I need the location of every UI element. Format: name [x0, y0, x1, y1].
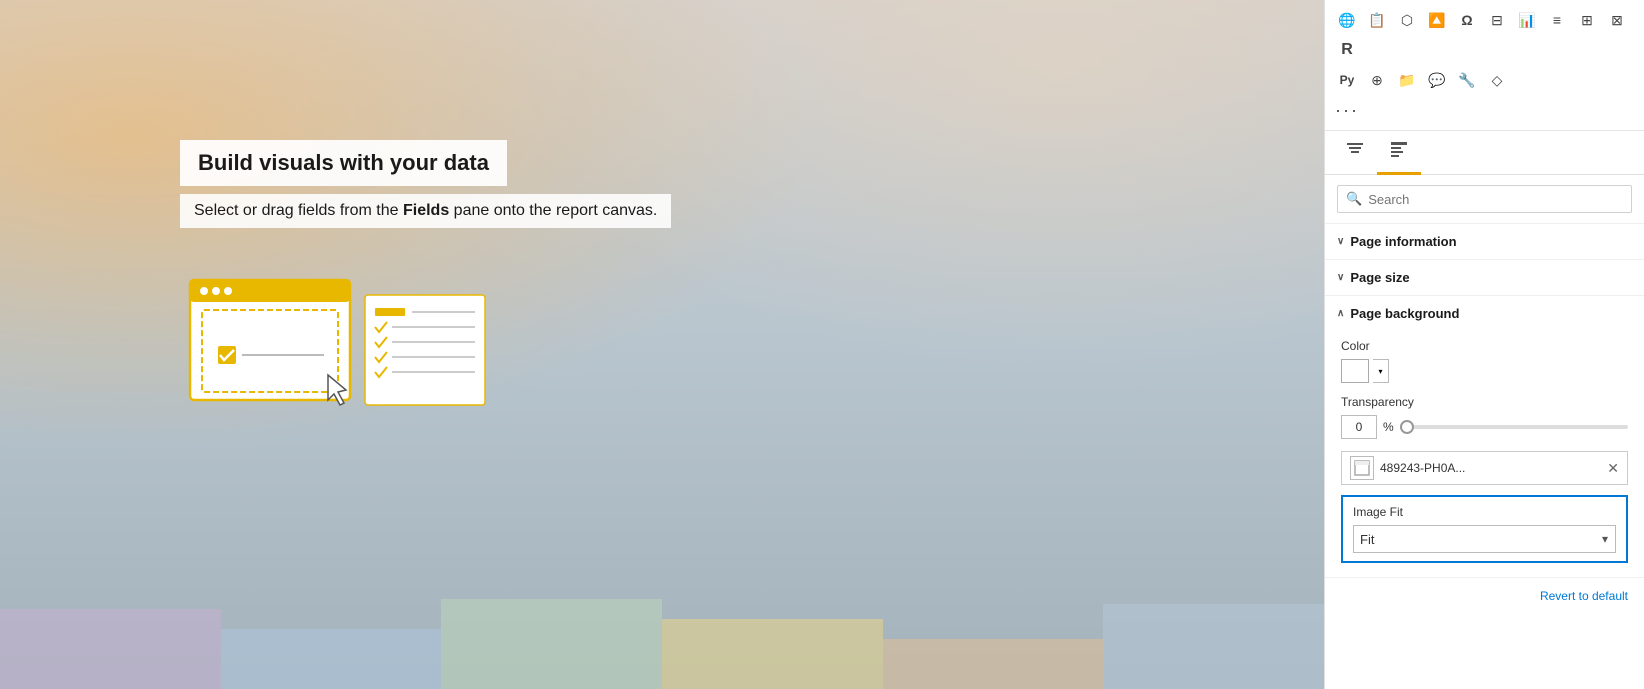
image-fit-select-wrapper: Fit Fill Normal Tile — [1353, 525, 1616, 553]
icon-grid2[interactable]: ⊠ — [1603, 6, 1631, 34]
slider-thumb[interactable] — [1400, 420, 1414, 434]
page-background-chevron: ∧ — [1337, 308, 1344, 319]
icon-add[interactable]: ⊕ — [1363, 66, 1391, 94]
subtext-box: Select or drag fields from the Fields pa… — [180, 194, 671, 228]
image-fit-label: Image Fit — [1353, 505, 1616, 519]
icon-folder[interactable]: 📁 — [1393, 66, 1421, 94]
page-information-section: ∨ Page information — [1325, 224, 1644, 260]
slider-track[interactable] — [1400, 425, 1628, 429]
page-background-section: ∧ Page background Color ▾ Transparency % — [1325, 296, 1644, 578]
icon-matrix[interactable]: ⊟ — [1483, 6, 1511, 34]
toolbar-icons-area: 🌐 📋 ⬡ 🔼 Ω ⊟ 📊 ≡ ⊞ ⊠ R Py ⊕ 📁 💬 🔧 ◇ ··· — [1325, 0, 1644, 131]
transparency-row: Transparency % — [1341, 395, 1628, 439]
canvas-content: Build visuals with your data Select or d… — [180, 140, 671, 228]
headline-box: Build visuals with your data — [180, 140, 507, 186]
search-container: 🔍 — [1325, 175, 1644, 224]
main-canvas: Build visuals with your data Select or d… — [0, 0, 1324, 689]
icon-chart[interactable]: 📊 — [1513, 6, 1541, 34]
tab-filters[interactable] — [1333, 131, 1377, 175]
color-swatch[interactable] — [1341, 359, 1369, 383]
page-information-chevron: ∨ — [1337, 236, 1344, 247]
icon-row-3: ··· — [1333, 96, 1636, 124]
icon-globe[interactable]: 🌐 — [1333, 6, 1361, 34]
search-input[interactable] — [1368, 192, 1623, 207]
image-fit-section: Image Fit Fit Fill Normal Tile — [1341, 495, 1628, 563]
icon-speech[interactable]: 💬 — [1423, 66, 1451, 94]
icon-r[interactable]: R — [1333, 36, 1361, 64]
transparency-label: Transparency — [1341, 395, 1628, 409]
page-size-chevron: ∨ — [1337, 272, 1344, 283]
color-dropdown-btn[interactable]: ▾ — [1373, 359, 1389, 383]
page-information-label: Page information — [1350, 234, 1456, 249]
icon-diamond[interactable]: ◇ — [1483, 66, 1511, 94]
page-background-header[interactable]: ∧ Page background — [1325, 296, 1644, 331]
color-label: Color — [1341, 339, 1628, 353]
headline-text: Build visuals with your data — [198, 150, 489, 175]
page-size-label: Page size — [1350, 270, 1409, 285]
image-remove-btn[interactable]: ✕ — [1607, 460, 1619, 477]
right-panel: 🌐 📋 ⬡ 🔼 Ω ⊟ 📊 ≡ ⊞ ⊠ R Py ⊕ 📁 💬 🔧 ◇ ··· — [1324, 0, 1644, 689]
image-filename: 489243-PH0A... — [1380, 461, 1601, 475]
icon-row-1: 🌐 📋 ⬡ 🔼 Ω ⊟ 📊 ≡ ⊞ ⊠ R — [1333, 6, 1636, 64]
image-file-row: 489243-PH0A... ✕ — [1341, 451, 1628, 485]
page-size-section: ∨ Page size — [1325, 260, 1644, 296]
page-information-header[interactable]: ∨ Page information — [1325, 224, 1644, 259]
percent-label: % — [1383, 420, 1394, 434]
icon-grid[interactable]: ⊞ — [1573, 6, 1601, 34]
transparency-controls: % — [1341, 415, 1628, 439]
icon-row-2: Py ⊕ 📁 💬 🔧 ◇ — [1333, 66, 1636, 94]
page-size-header[interactable]: ∨ Page size — [1325, 260, 1644, 295]
subtext-prefix: Select or drag fields from the — [194, 202, 403, 219]
icon-table[interactable]: 📋 — [1363, 6, 1391, 34]
subtext-suffix: pane onto the report canvas. — [449, 202, 657, 219]
icon-more[interactable]: ··· — [1333, 96, 1361, 124]
icon-map[interactable]: 🔼 — [1423, 6, 1451, 34]
subtext: Select or drag fields from the Fields pa… — [194, 202, 657, 219]
transparency-input[interactable] — [1341, 415, 1377, 439]
tab-format[interactable] — [1377, 131, 1421, 175]
search-input-wrap: 🔍 — [1337, 185, 1632, 213]
icon-omega[interactable]: Ω — [1453, 6, 1481, 34]
revert-row: Revert to default — [1325, 578, 1644, 613]
revert-link[interactable]: Revert to default — [1540, 589, 1628, 603]
icon-list[interactable]: ≡ — [1543, 6, 1571, 34]
search-icon: 🔍 — [1346, 191, 1362, 207]
image-thumb — [1350, 456, 1374, 480]
color-bars — [0, 569, 1324, 689]
icon-py[interactable]: Py — [1333, 66, 1361, 94]
image-fit-select[interactable]: Fit Fill Normal Tile — [1353, 525, 1616, 553]
tab-row — [1325, 131, 1644, 175]
illustration — [180, 270, 500, 430]
subtext-bold: Fields — [403, 202, 449, 219]
color-swatch-row: ▾ — [1341, 359, 1628, 383]
icon-hex[interactable]: ⬡ — [1393, 6, 1421, 34]
page-background-body: Color ▾ Transparency % — [1325, 331, 1644, 577]
icon-gear[interactable]: 🔧 — [1453, 66, 1481, 94]
page-background-label: Page background — [1350, 306, 1459, 321]
